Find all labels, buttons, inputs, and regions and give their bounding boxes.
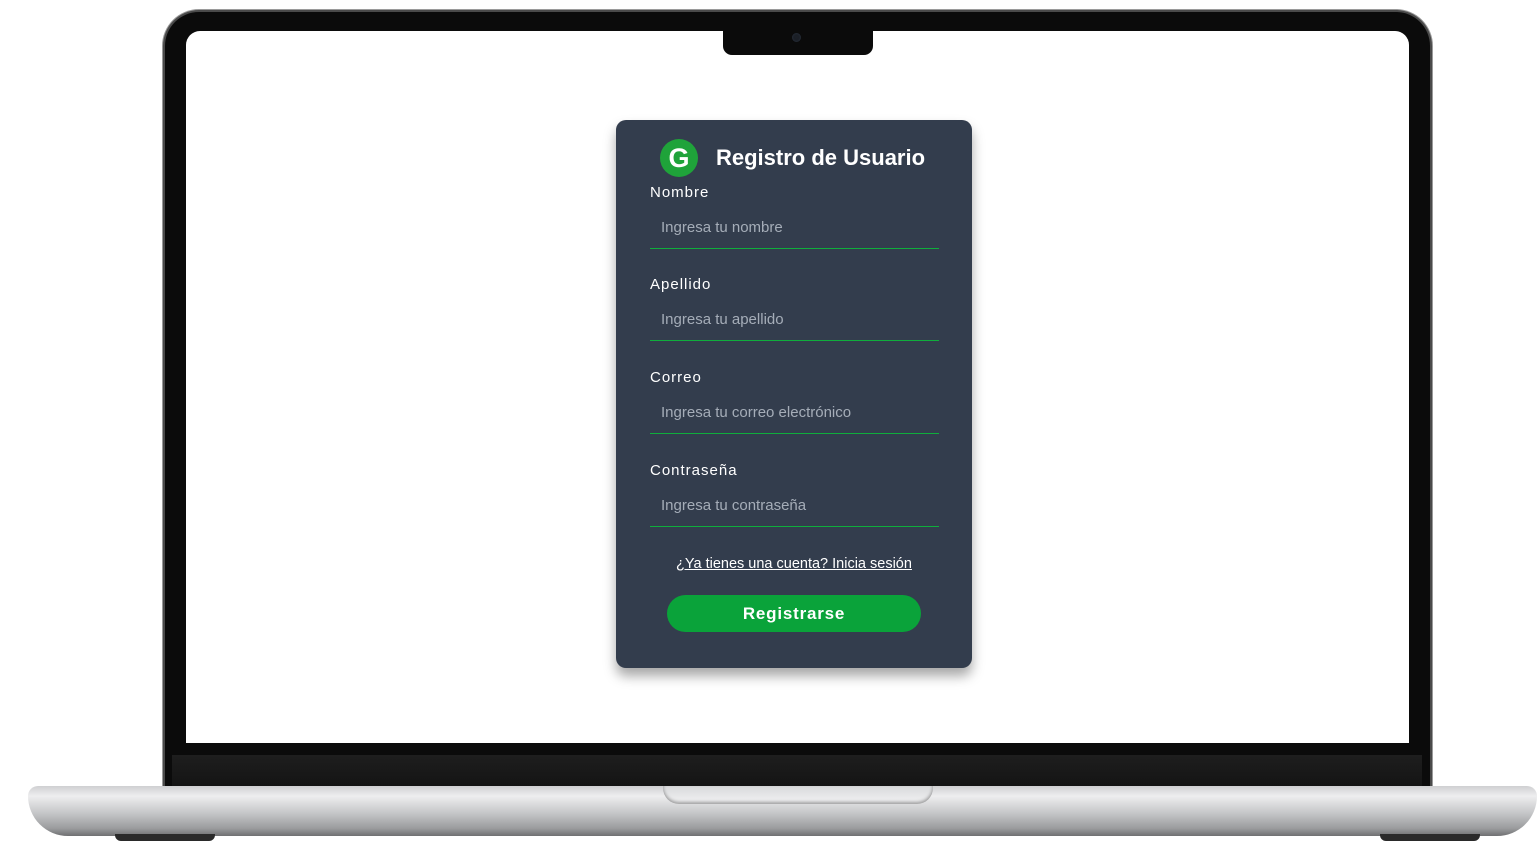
laptop-foot-left <box>115 834 215 841</box>
apellido-label: Apellido <box>650 276 712 293</box>
login-link[interactable]: ¿Ya tienes una cuenta? Inicia sesión <box>616 556 972 572</box>
g-logo-icon: G <box>660 139 698 177</box>
laptop-chin <box>172 755 1422 787</box>
laptop-foot-right <box>1380 834 1480 841</box>
correo-field-group: Correo <box>650 369 939 434</box>
laptop-lid-opening-notch <box>663 786 933 804</box>
card-header: G Registro de Usuario <box>660 139 926 177</box>
password-input[interactable] <box>650 491 939 527</box>
apellido-field-group: Apellido <box>650 276 939 341</box>
registration-card: G Registro de Usuario Nombre Apellido Co… <box>616 120 972 668</box>
apellido-input[interactable] <box>650 305 939 341</box>
email-input[interactable] <box>650 398 939 434</box>
contrasena-label: Contraseña <box>650 462 738 479</box>
correo-label: Correo <box>650 369 702 386</box>
nombre-label: Nombre <box>650 184 710 201</box>
contrasena-field-group: Contraseña <box>650 462 939 527</box>
nombre-input[interactable] <box>650 213 939 249</box>
nombre-field-group: Nombre <box>650 184 939 249</box>
register-button[interactable]: Registrarse <box>667 595 921 632</box>
page-title: Registro de Usuario <box>716 145 926 170</box>
camera-icon <box>792 33 801 42</box>
